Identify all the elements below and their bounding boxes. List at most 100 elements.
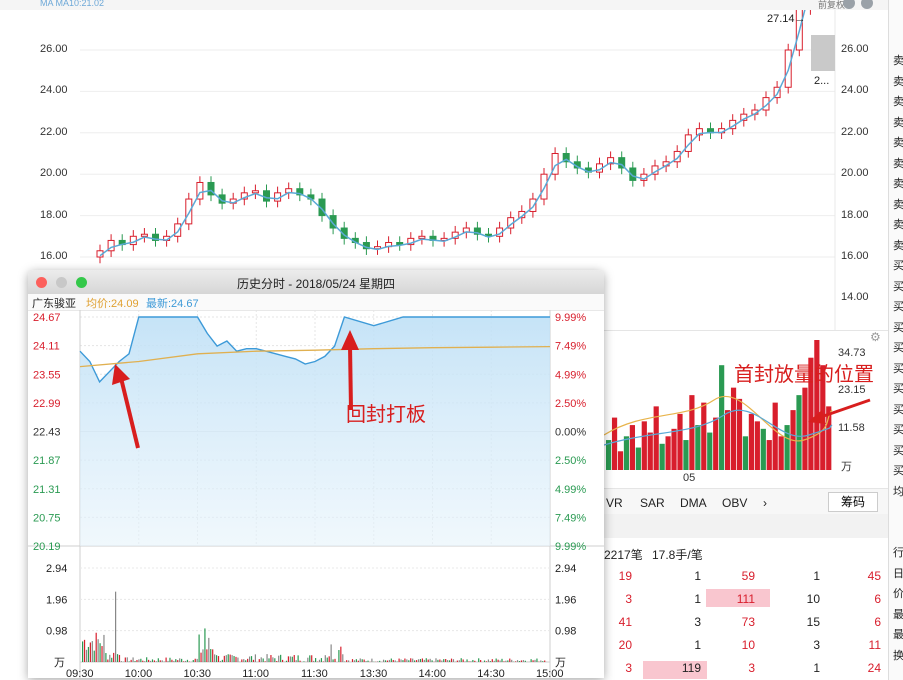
minus-icon[interactable] bbox=[861, 0, 873, 9]
main-y-tick-right: 26.00 bbox=[841, 43, 869, 55]
order-book-label: 价 bbox=[893, 587, 903, 600]
percent-tick-right: 7.49% bbox=[555, 341, 586, 353]
tab-more-chevron-icon[interactable]: › bbox=[763, 496, 767, 510]
volume-bar bbox=[677, 413, 683, 470]
order-book-label: 买 bbox=[893, 443, 903, 457]
minute-volume-bar bbox=[297, 655, 299, 662]
main-y-tick-right: 16.00 bbox=[841, 250, 869, 262]
order-book-label: 卖 bbox=[893, 136, 903, 149]
volume-bar bbox=[713, 417, 719, 470]
minute-volume-bar bbox=[472, 659, 474, 662]
volume-tick-right: 2.94 bbox=[555, 563, 576, 575]
minute-volume-bar bbox=[254, 654, 257, 662]
minute-volume-bar bbox=[247, 658, 249, 662]
main-y-tick-left: 22.00 bbox=[40, 125, 68, 138]
minute-volume-bar bbox=[212, 649, 214, 662]
time-tick: 10:00 bbox=[125, 668, 153, 678]
minute-volume-bar bbox=[505, 660, 507, 662]
volume-bar bbox=[623, 436, 630, 470]
minute-volume-bar bbox=[171, 659, 173, 662]
minute-volume-bar bbox=[132, 657, 134, 662]
history-intraday-window[interactable]: 历史分时 - 2018/05/24 星期四 广东骏亚 均价:24.09 最新:2… bbox=[28, 270, 604, 678]
trade-cell: 20 bbox=[618, 638, 632, 652]
small-price-label: 2... bbox=[814, 75, 830, 87]
minute-volume-bar bbox=[155, 661, 157, 662]
volume-bar bbox=[617, 451, 624, 470]
minute-volume-bar bbox=[392, 659, 394, 662]
minute-volume-bar bbox=[351, 659, 354, 662]
candle bbox=[418, 235, 426, 239]
price-tick-left: 21.31 bbox=[33, 484, 61, 496]
minute-volume-bar bbox=[142, 660, 144, 662]
minute-volume-bar bbox=[266, 654, 268, 662]
minute-volume-bar bbox=[499, 660, 501, 662]
minute-volume-bar bbox=[105, 653, 107, 662]
minute-volume-bar bbox=[489, 661, 491, 662]
trade-cell: 73 bbox=[741, 615, 755, 629]
minute-volume-bar bbox=[179, 658, 181, 662]
trade-cell: 19 bbox=[618, 569, 632, 583]
minute-volume-bar bbox=[252, 659, 255, 662]
minute-volume-bar bbox=[507, 660, 509, 662]
minute-volume-bar bbox=[198, 634, 200, 662]
volume-bar bbox=[671, 428, 677, 470]
volume-tick-right: 0.98 bbox=[555, 626, 576, 638]
percent-tick-right: 9.99% bbox=[555, 541, 586, 553]
minute-volume-bar bbox=[346, 660, 348, 662]
volume-unit-left: 万 bbox=[54, 657, 65, 669]
chip-button[interactable]: 筹码 bbox=[828, 492, 878, 512]
main-y-tick-left: 24.00 bbox=[40, 84, 68, 97]
order-book-label: 行 bbox=[893, 546, 903, 559]
minute-volume-bar bbox=[272, 657, 274, 662]
intraday-chart[interactable]: 24.67 9.99% 24.11 7.49% 23.55 4.99% 22.99 2.50%… bbox=[28, 310, 604, 678]
price-tick-left: 21.87 bbox=[33, 455, 61, 467]
minute-volume-bar bbox=[303, 661, 305, 662]
minute-volume-bar bbox=[264, 661, 266, 662]
minute-volume-bar bbox=[99, 643, 101, 662]
tab-sar[interactable]: SAR bbox=[640, 496, 665, 510]
tab-obv[interactable]: OBV bbox=[722, 496, 747, 510]
percent-tick-right: 4.99% bbox=[555, 369, 586, 381]
minute-volume-bar bbox=[485, 661, 488, 662]
order-book-label: 最 bbox=[893, 628, 903, 641]
reseal-annotation: 回封打板 bbox=[346, 402, 426, 426]
minute-volume-bar bbox=[167, 660, 169, 662]
minute-volume-bar bbox=[184, 660, 187, 662]
minute-volume-bar bbox=[157, 658, 159, 662]
minute-volume-bar bbox=[268, 658, 270, 662]
minute-volume-bar bbox=[421, 658, 423, 662]
tab-dma[interactable]: DMA bbox=[680, 496, 707, 510]
minute-volume-bar bbox=[497, 659, 499, 662]
minute-volume-bar bbox=[225, 655, 227, 662]
minute-volume-bar bbox=[514, 661, 517, 662]
time-tick: 10:30 bbox=[184, 668, 212, 678]
minute-volume-bar bbox=[136, 659, 138, 662]
minute-volume-bar bbox=[415, 660, 418, 662]
volume-bar bbox=[736, 398, 743, 470]
minute-volume-bar bbox=[138, 659, 140, 662]
candle bbox=[251, 190, 259, 194]
settings-icon[interactable] bbox=[843, 0, 855, 9]
minute-volume-bar bbox=[291, 656, 293, 662]
time-tick: 14:30 bbox=[477, 668, 505, 678]
main-y-tick-left: 16.00 bbox=[40, 250, 68, 262]
minute-volume-bar bbox=[248, 656, 251, 662]
minute-volume-bar bbox=[270, 655, 272, 662]
minute-volume-bar bbox=[97, 639, 99, 662]
gear-icon[interactable]: ⚙ bbox=[870, 330, 881, 344]
minute-volume-bar bbox=[456, 660, 458, 662]
minute-volume-bar bbox=[452, 659, 455, 662]
minute-volume-bar bbox=[260, 657, 262, 662]
price-tick-left: 23.55 bbox=[33, 369, 61, 381]
minute-volume-bar bbox=[412, 658, 414, 662]
order-book-label: 买 bbox=[893, 300, 903, 313]
minute-volume-bar bbox=[82, 641, 84, 662]
window-titlebar[interactable]: 历史分时 - 2018/05/24 星期四 bbox=[28, 270, 604, 295]
minute-volume-bar bbox=[231, 655, 233, 662]
minute-volume-bar bbox=[328, 656, 330, 662]
minute-volume-bar bbox=[447, 660, 449, 662]
vol-unit: 万 bbox=[841, 461, 852, 473]
tab-vr[interactable]: VR bbox=[606, 496, 623, 510]
minute-volume-bar bbox=[408, 660, 410, 662]
minute-volume-bar bbox=[194, 658, 196, 662]
